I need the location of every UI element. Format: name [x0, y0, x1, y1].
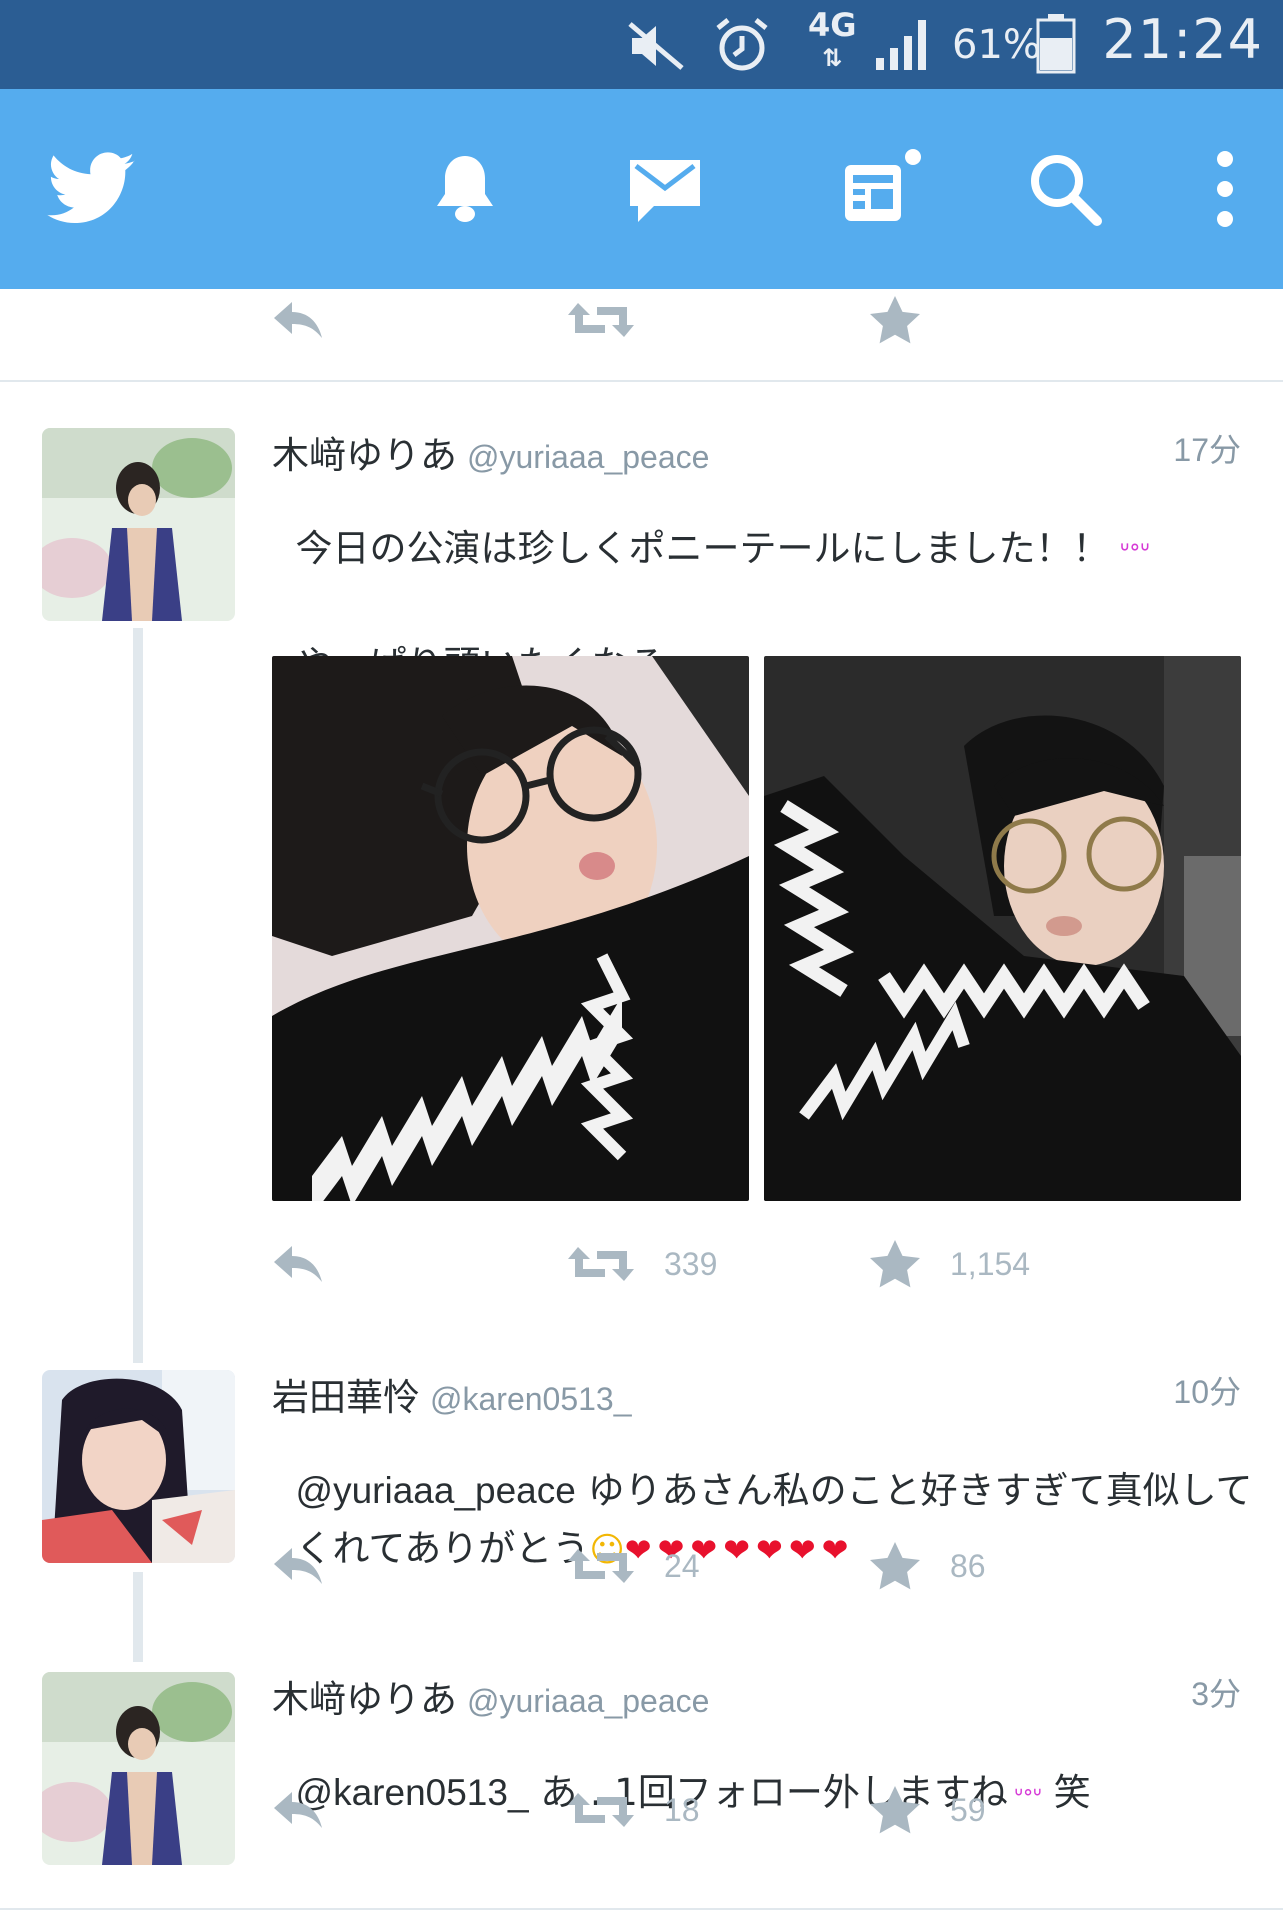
like-button[interactable]: 86 [870, 1538, 986, 1594]
avatar-image [42, 1370, 235, 1563]
retweet-button[interactable]: 18 [568, 1782, 700, 1838]
alarm-icon [716, 18, 768, 71]
more-menu-button[interactable] [1200, 89, 1250, 289]
retweet-icon [568, 1793, 634, 1827]
mail-icon [630, 160, 700, 222]
reply-button[interactable] [272, 1236, 324, 1292]
photo-image [764, 656, 1241, 1201]
tab-moments[interactable] [810, 89, 940, 289]
reply-button[interactable] [272, 292, 324, 348]
bell-icon [437, 156, 493, 222]
prev-tweet-actions [272, 292, 1172, 348]
avatar[interactable] [42, 1370, 235, 1563]
mute-icon [628, 22, 684, 70]
status-bar: 4G ⇅ 61% 21:24 [0, 0, 1283, 89]
tweet-divider [0, 1908, 1283, 1910]
signal-icon [876, 20, 926, 70]
timestamp[interactable]: 17分 [1173, 425, 1241, 471]
retweet-button[interactable] [568, 292, 634, 348]
reply-button[interactable] [272, 1538, 324, 1594]
thread-line [133, 1572, 143, 1662]
reply-icon [274, 1246, 322, 1282]
retweet-count: 18 [664, 1791, 700, 1828]
tweet-actions: 339 1,154 [272, 1236, 1172, 1292]
retweet-button[interactable]: 339 [568, 1236, 717, 1292]
avatar[interactable] [42, 1672, 235, 1865]
tweet-actions: 18 59 [272, 1782, 1172, 1838]
avatar-image [42, 1672, 235, 1865]
avatar[interactable] [42, 428, 235, 621]
tab-search[interactable] [1010, 89, 1120, 289]
battery-icon [1036, 14, 1076, 74]
retweet-count: 339 [664, 1245, 718, 1282]
reply-button[interactable] [272, 1782, 324, 1838]
star-icon [870, 296, 920, 344]
avatar-image [42, 428, 235, 621]
like-count: 1,154 [950, 1245, 1031, 1282]
photo-image [272, 656, 749, 1201]
pink-heart-emoji: ᐡᐤᐡ [1119, 538, 1150, 568]
tweet-photo[interactable] [764, 656, 1241, 1201]
star-icon [870, 1240, 920, 1288]
retweet-icon [568, 303, 634, 337]
retweet-button[interactable]: 24 [568, 1538, 700, 1594]
tweet-divider [0, 380, 1283, 382]
tweet-photo[interactable] [272, 656, 749, 1201]
clock: 21:24 [1102, 8, 1263, 71]
tweet-text: 今日の公演は珍しくポニーテールにしました！！ ᐡᐤᐡ [272, 462, 1150, 582]
star-icon [870, 1786, 920, 1834]
network-type: 4G ⇅ [808, 6, 857, 72]
timestamp[interactable]: 3分 [1191, 1669, 1241, 1715]
tab-notifications[interactable] [410, 89, 520, 289]
retweet-count: 24 [664, 1547, 700, 1584]
like-count: 86 [950, 1547, 986, 1584]
news-icon [845, 149, 921, 221]
battery-percent: 61% [952, 22, 1041, 68]
tab-messages[interactable] [610, 89, 720, 289]
like-button[interactable]: 1,154 [870, 1236, 1030, 1292]
app-bar [0, 89, 1283, 289]
retweet-icon [568, 1549, 634, 1583]
reply-icon [274, 1548, 322, 1584]
reply-icon [274, 1792, 322, 1828]
thread-line [133, 628, 143, 1363]
like-button[interactable]: 59 [870, 1782, 986, 1838]
reply-icon [274, 302, 322, 338]
tweet-text-line: 今日の公演は珍しくポニーテールにしました！！ [295, 527, 1110, 570]
star-icon [870, 1542, 920, 1590]
twitter-bird-icon [47, 152, 135, 224]
search-icon [1031, 155, 1102, 226]
like-count: 59 [950, 1791, 986, 1828]
tweet-actions: 24 86 [272, 1538, 1172, 1594]
retweet-icon [568, 1247, 634, 1281]
tab-home[interactable] [22, 89, 162, 289]
more-vertical-icon [1217, 151, 1233, 227]
like-button[interactable] [870, 292, 920, 348]
